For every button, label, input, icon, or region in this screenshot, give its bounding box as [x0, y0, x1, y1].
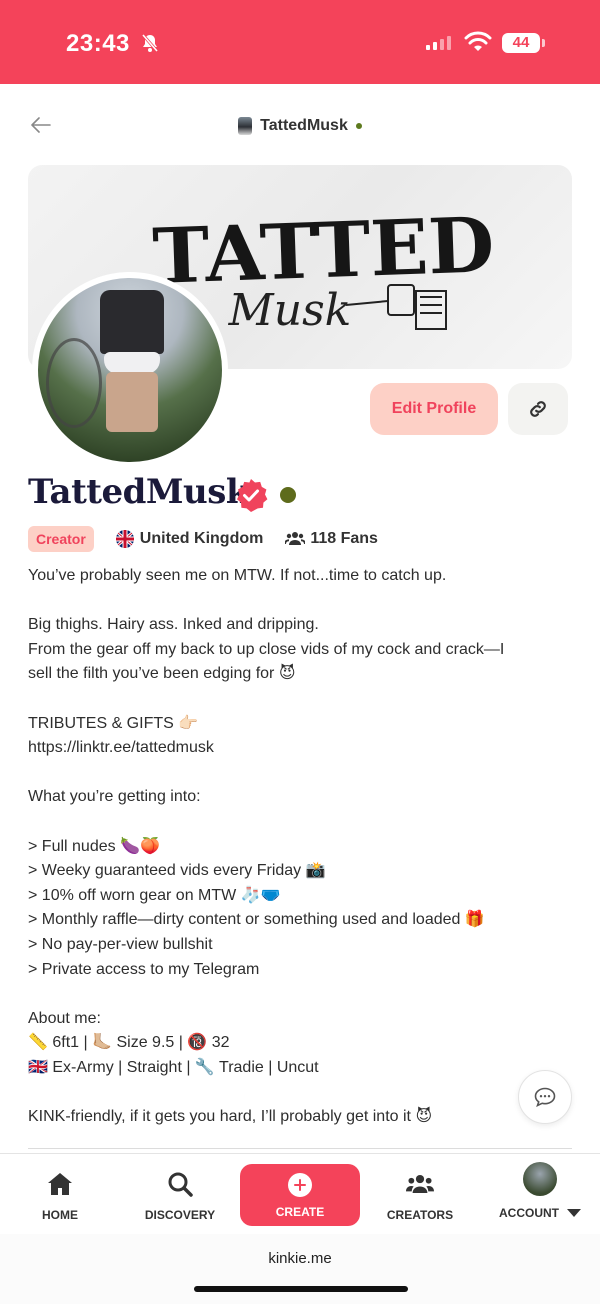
bio-line: > No pay-per-view bullshit	[28, 935, 213, 953]
bio-line: About me:	[28, 1009, 101, 1027]
search-icon	[168, 1172, 193, 1197]
plus-icon	[288, 1173, 312, 1197]
online-status-dot	[280, 487, 296, 503]
bio-line: > 10% off worn gear on MTW 🧦🩲	[28, 886, 281, 904]
nav-discovery[interactable]: DISCOVERY	[120, 1154, 240, 1234]
profile-photo	[38, 278, 222, 462]
chat-bubble-icon	[534, 1087, 556, 1107]
profile-avatar[interactable]	[32, 272, 228, 468]
nav-create-button[interactable]: CREATE	[240, 1164, 360, 1226]
account-avatar	[523, 1162, 557, 1196]
location-text: United Kingdom	[139, 530, 264, 547]
content-divider	[28, 1148, 572, 1149]
browser-url-bar[interactable]: kinkie.me	[0, 1234, 600, 1304]
link-icon	[530, 401, 546, 417]
bio-line	[28, 810, 576, 835]
bio-line	[28, 761, 576, 786]
cellular-signal-icon	[426, 34, 451, 50]
bio-line: Big thighs. Hairy ass. Inked and drippin…	[28, 616, 319, 634]
profile-meta: Creator United Kingdom 118 Fans	[28, 526, 378, 552]
home-indicator[interactable]	[194, 1286, 408, 1292]
url-text[interactable]: kinkie.me	[0, 1250, 600, 1267]
nav-creators[interactable]: CREATORS	[360, 1154, 480, 1234]
copy-link-button[interactable]	[508, 383, 568, 435]
bio-line: From the gear off my back to up close vi…	[28, 640, 505, 658]
bio-line	[28, 589, 576, 614]
bio-line: > Weeky guaranteed vids every Friday 📸	[28, 862, 326, 880]
edit-profile-button[interactable]: Edit Profile	[370, 383, 498, 435]
status-time: 23:43	[66, 30, 130, 57]
profile-header: TattedMusk	[0, 84, 600, 164]
bio-line: TRIBUTES & GIFTS 👉🏻	[28, 714, 199, 732]
bio-line: > Private access to my Telegram	[28, 960, 260, 978]
header-username: TattedMusk	[260, 117, 348, 134]
banner-subtitle: Musk	[228, 285, 352, 336]
bio-line	[28, 687, 576, 712]
users-icon	[406, 1174, 434, 1194]
header-avatar	[238, 117, 253, 135]
verified-badge-icon	[237, 479, 268, 512]
home-icon	[48, 1173, 72, 1195]
bio-line: 📏 6ft1 | 🦶🏼 Size 9.5 | 🔞 32	[28, 1034, 230, 1052]
nav-home[interactable]: HOME	[0, 1154, 120, 1234]
fans-count: 118 Fans	[310, 530, 378, 547]
profile-bio: You’ve probably seen me on MTW. If not..…	[28, 564, 576, 1130]
nav-discovery-label: DISCOVERY	[144, 1208, 216, 1222]
bio-link[interactable]: https://linktr.ee/tattedmusk	[28, 736, 576, 761]
profile-name: TattedMusk	[28, 472, 249, 512]
battery-indicator: 44	[502, 33, 545, 53]
header-user: TattedMusk	[0, 117, 600, 135]
bio-line: > Full nudes 🍆🍑	[28, 837, 160, 855]
bio-line: What you’re getting into:	[28, 788, 201, 806]
nav-create-label: CREATE	[275, 1205, 325, 1219]
status-bar: 23:43 44	[0, 0, 600, 84]
chevron-down-icon	[567, 1209, 581, 1217]
bio-line: > Monthly raffle—dirty content or someth…	[28, 911, 485, 929]
uk-flag-icon	[115, 530, 134, 548]
bell-off-icon	[141, 34, 159, 52]
nav-account[interactable]: ACCOUNT	[480, 1154, 600, 1234]
bottom-navigation: HOME DISCOVERY CREATE CREATORS ACCOUNT	[0, 1153, 600, 1233]
nav-account-label: ACCOUNT	[499, 1206, 559, 1220]
bio-line	[28, 982, 576, 1007]
nav-home-label: HOME	[42, 1208, 78, 1222]
creator-badge: Creator	[28, 526, 94, 552]
wifi-icon	[464, 31, 492, 51]
online-indicator	[355, 123, 362, 129]
bio-line	[28, 1080, 576, 1105]
bio-line: You’ve probably seen me on MTW. If not..…	[28, 567, 447, 584]
bio-line: KINK-friendly, if it gets you hard, I’ll…	[28, 1108, 433, 1126]
bio-line: 🇬🇧 Ex-Army | Straight | 🔧 Tradie | Uncut	[28, 1058, 319, 1076]
bio-line: sell the filth you’ve been edging for 😈	[28, 665, 296, 683]
nav-creators-label: CREATORS	[386, 1208, 454, 1222]
fans-icon	[285, 532, 306, 545]
chat-button[interactable]	[518, 1070, 572, 1124]
